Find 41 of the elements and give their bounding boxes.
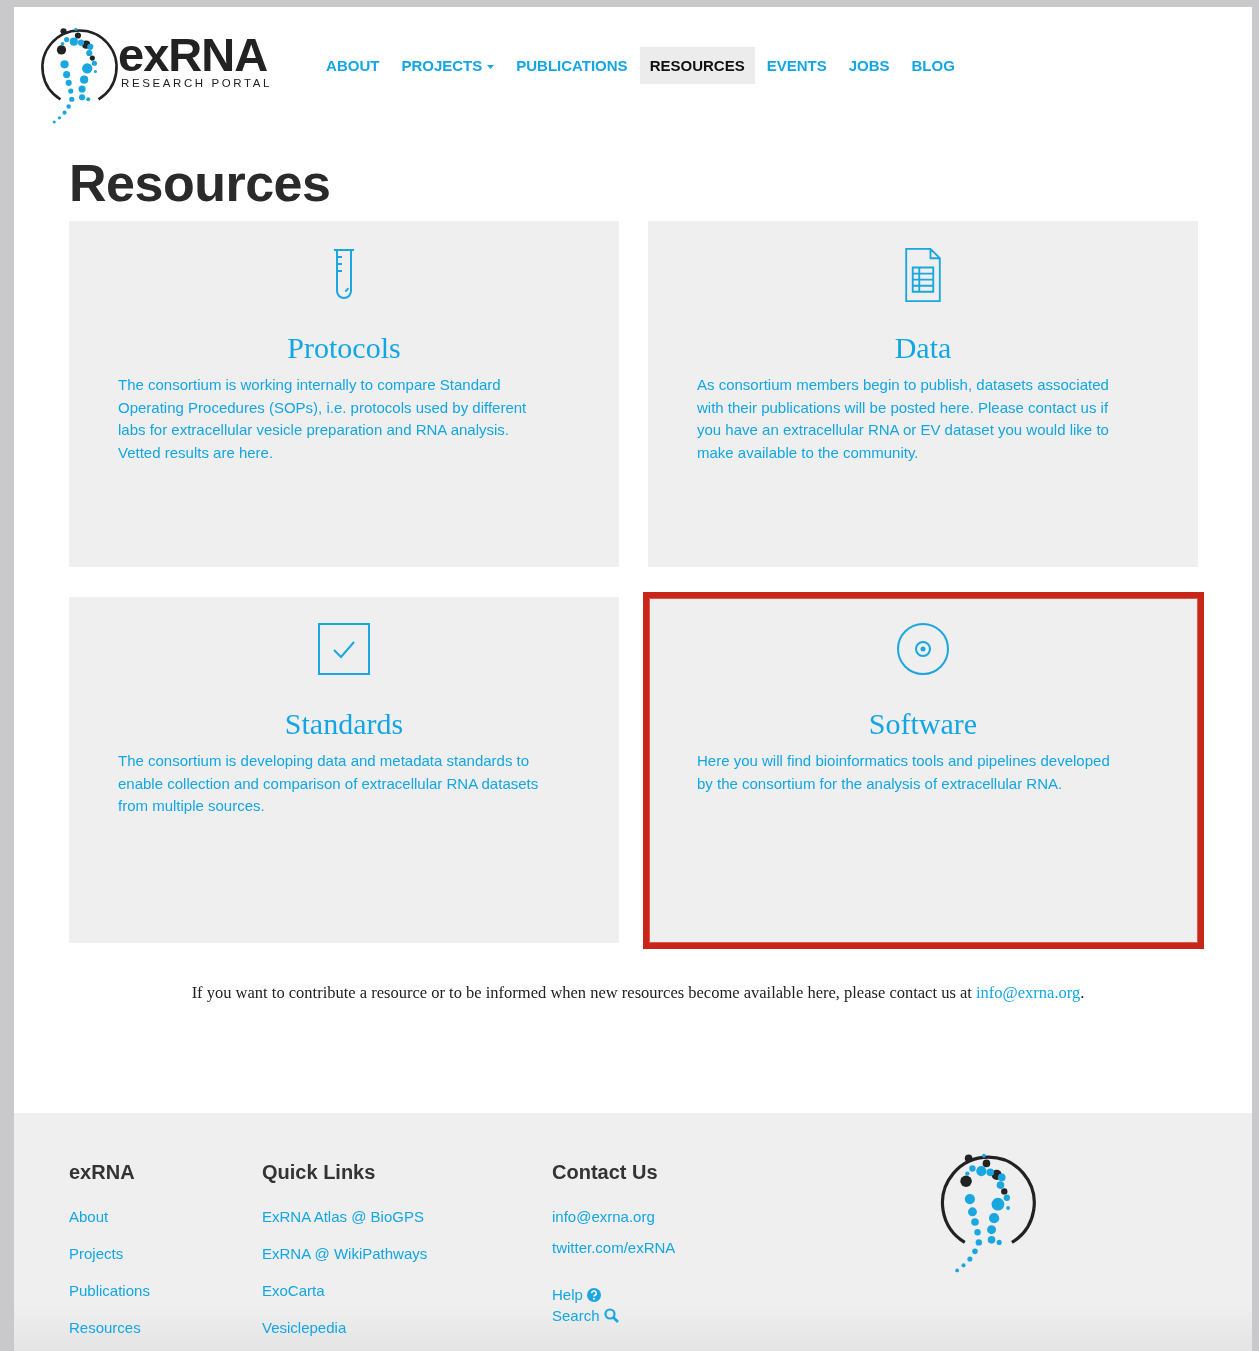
footer-link[interactable]: Publications bbox=[69, 1282, 150, 1299]
disc-icon bbox=[897, 623, 949, 675]
nav-link[interactable]: JOBS bbox=[838, 47, 900, 84]
resource-card[interactable]: Standards The consortium is developing data and metadata standards to enable collection and comparison of extracellular RNA datasets from multiple sources. bbox=[69, 597, 619, 943]
card-description: The consortium is working internally to compare Standard Operating Procedures (SOPs), i.e. protocols used by different labs for extracellular vesicle preparation and RNA analysis. Vetted results are here. bbox=[118, 375, 528, 463]
footer-heading: Contact Us bbox=[552, 1161, 658, 1184]
logo-wordmark: exRNA bbox=[118, 33, 268, 77]
footer-link[interactable]: About bbox=[69, 1208, 109, 1225]
footer-heading: Quick Links bbox=[262, 1161, 376, 1184]
nav-link[interactable]: PUBLICATIONS bbox=[506, 47, 638, 84]
nav-link[interactable]: PROJECTS bbox=[391, 47, 505, 84]
footer-link[interactable]: Help bbox=[552, 1286, 601, 1303]
page-title: Resources bbox=[69, 157, 332, 209]
footer-link[interactable]: twitter.com/exRNA bbox=[552, 1239, 676, 1256]
resource-card[interactable] bbox=[648, 221, 1198, 567]
nav-link[interactable]: ABOUT bbox=[316, 47, 390, 84]
nav-link[interactable]: RESOURCES bbox=[639, 47, 755, 84]
card-description: As consortium members begin to publish, datasets associated with their publications will be posted here. Please contact us if you have an extracellular RNA or EV dataset you would like to make available to the community. bbox=[697, 375, 1110, 463]
checkbox-icon bbox=[318, 623, 370, 675]
nav-link[interactable]: BLOG bbox=[901, 47, 965, 84]
card-title[interactable]: Data bbox=[894, 331, 952, 364]
card-title[interactable]: Protocols bbox=[287, 331, 401, 364]
footer-link[interactable]: ExRNA @ WikiPathways bbox=[262, 1245, 428, 1262]
footer-link[interactable]: Vesiclepedia bbox=[262, 1319, 347, 1336]
footer-link[interactable]: info@exrna.org bbox=[552, 1208, 655, 1225]
footer-link[interactable]: Projects bbox=[69, 1245, 124, 1262]
card-title[interactable]: Standards bbox=[284, 707, 404, 740]
footer-heading: exRNA bbox=[69, 1161, 135, 1184]
help-icon bbox=[586, 1287, 601, 1302]
footer-link[interactable]: ExRNA Atlas @ BioGPS bbox=[262, 1208, 424, 1225]
footer-link[interactable]: Resources bbox=[69, 1319, 141, 1336]
resource-card[interactable] bbox=[69, 221, 619, 567]
card-description: Here you will find bioinformatics tools and pipelines developed by the consortium for the analysis of extracellular RNA. bbox=[697, 751, 1111, 794]
card-title[interactable]: Software bbox=[868, 707, 978, 740]
footer-link[interactable]: ExoCarta bbox=[262, 1282, 325, 1299]
contribute-note: If you want to contribute a resource or to be informed when new resources become available here, please contact us at info@exrna.org. bbox=[190, 983, 1086, 1003]
search-icon bbox=[603, 1308, 619, 1323]
logo-tagline: RESEARCH PORTAL bbox=[121, 77, 273, 89]
footer-link[interactable]: Search bbox=[552, 1307, 619, 1324]
nav-link[interactable]: EVENTS bbox=[756, 47, 837, 84]
card-description: The consortium is developing data and metadata standards to enable collection and comparison of extracellular RNA datasets from multiple sources. bbox=[118, 751, 540, 816]
